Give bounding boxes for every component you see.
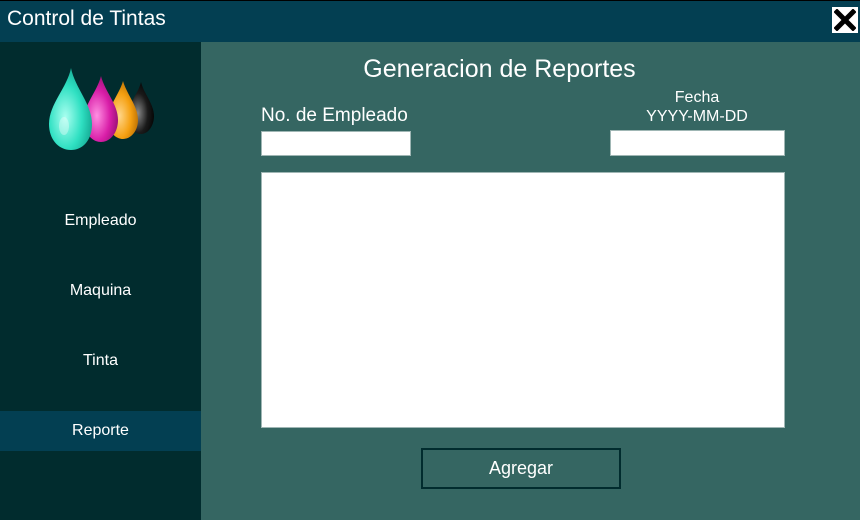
date-input[interactable] [610, 130, 785, 156]
add-button[interactable]: Agregar [421, 448, 621, 489]
employee-number-input[interactable] [261, 131, 411, 156]
sidebar-item-reporte[interactable]: Reporte [0, 411, 201, 451]
sidebar-item-tinta[interactable]: Tinta [0, 341, 201, 381]
sidebar-item-maquina[interactable]: Maquina [0, 271, 201, 311]
window-title: Control de Tintas [7, 7, 166, 30]
date-label: Fecha [674, 89, 720, 106]
date-label-group: Fecha YYYY-MM-DD [610, 88, 784, 126]
employee-number-label: No. de Empleado [261, 105, 408, 126]
page-title: Generacion de Reportes [363, 55, 636, 83]
sidebar: Empleado Maquina Tinta Reporte [0, 42, 201, 520]
main-panel: Generacion de Reportes No. de Empleado F… [201, 42, 860, 520]
teal-drop-icon [49, 68, 92, 150]
title-bar: Control de Tintas [0, 0, 860, 42]
sidebar-item-empleado[interactable]: Empleado [0, 201, 201, 241]
report-text-area[interactable] [261, 172, 785, 428]
close-button[interactable] [832, 7, 858, 33]
app-window: Control de Tintas Empleado Maquina Tinta… [0, 0, 860, 520]
ink-drops-logo [49, 68, 154, 150]
close-x-icon [834, 9, 856, 31]
date-format-hint: YYYY-MM-DD [646, 108, 748, 125]
